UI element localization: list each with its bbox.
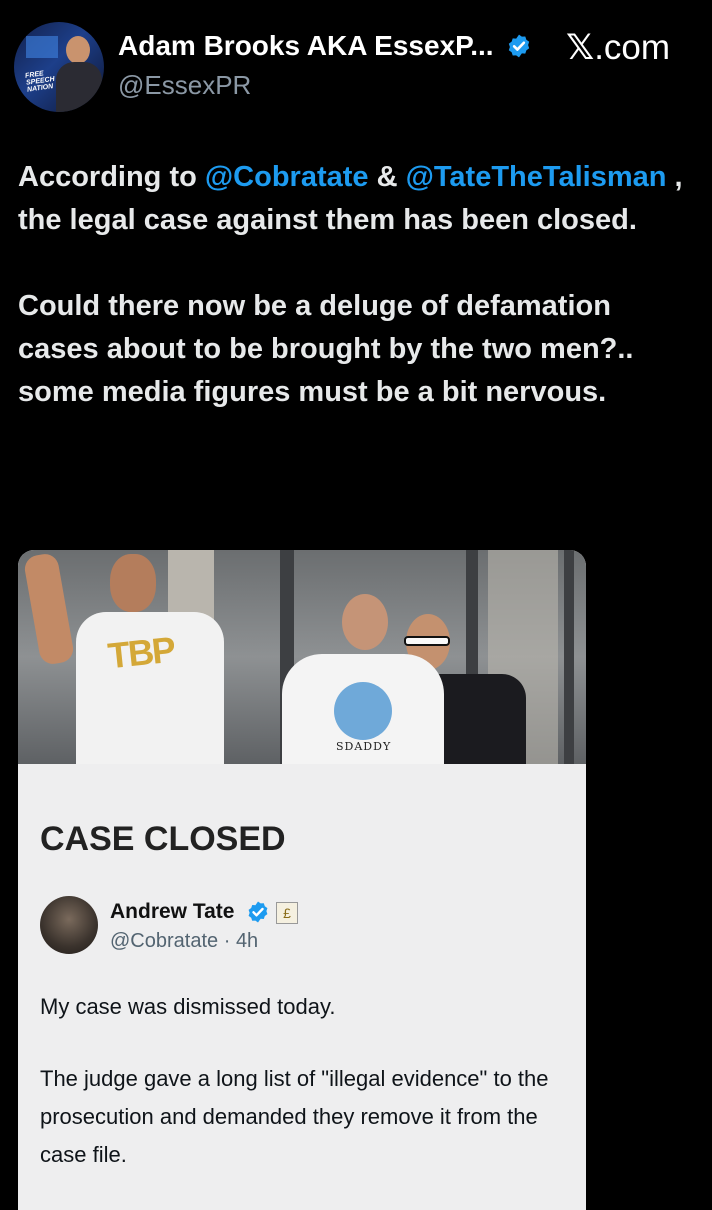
author-name[interactable]: Adam Brooks AKA EssexP... — [118, 30, 494, 62]
verified-badge-icon — [508, 34, 530, 58]
photo-shirt-print — [334, 682, 392, 740]
sunglasses-icon — [404, 636, 450, 646]
author-handle[interactable]: @EssexPR — [118, 70, 251, 101]
embedded-post-line: My case was dismissed today. — [40, 994, 336, 1019]
embedded-author-avatar — [40, 896, 98, 954]
affiliate-badge-icon: £ — [276, 902, 298, 924]
news-photo: TBP SDADDY — [18, 550, 586, 764]
embedded-author-handle: @Cobratate — [110, 930, 219, 952]
photo-person-head — [342, 594, 388, 650]
tweet-text-segment: According to — [18, 161, 205, 193]
tweet-text: According to @Cobratate & @TateTheTalism… — [18, 156, 698, 414]
embedded-post-meta: @Cobratate · 4h — [110, 930, 258, 953]
author-avatar[interactable]: FREE SPEECH NATION — [14, 22, 104, 112]
x-logo-icon: 𝕏 — [566, 28, 595, 68]
tweet-paragraph-1: According to @Cobratate & @TateTheTalism… — [18, 156, 698, 242]
tweet-header: FREE SPEECH NATION Adam Brooks AKA Essex… — [0, 0, 712, 130]
embedded-author-name: Andrew Tate — [110, 900, 235, 923]
avatar-background-screen — [26, 36, 58, 58]
meta-separator: · — [223, 930, 231, 952]
case-closed-headline: CASE CLOSED — [40, 820, 286, 858]
x-com-logo: 𝕏.com — [566, 28, 670, 68]
photo-shirt-text: SDADDY — [336, 740, 392, 753]
photo-person-head — [110, 554, 156, 612]
embedded-post-body: My case was dismissed today. The judge g… — [40, 988, 570, 1174]
mention-tatethetalisman-link[interactable]: @TateTheTalisman — [406, 161, 667, 193]
tweet-text-segment: & — [368, 161, 406, 193]
tweet-paragraph-2: Could there now be a deluge of defamatio… — [18, 290, 634, 408]
photo-person-arm — [22, 551, 76, 667]
avatar-face — [66, 36, 90, 64]
embedded-post-time: 4h — [235, 930, 259, 952]
embedded-verified-badge-icon — [248, 901, 268, 923]
x-com-label: .com — [594, 28, 671, 67]
photo-door-frame — [564, 550, 574, 764]
mention-cobratate-link[interactable]: @Cobratate — [205, 161, 369, 193]
embedded-post-line: The judge gave a long list of "illegal e… — [40, 1066, 549, 1167]
photo-shirt-logo: TBP — [105, 628, 176, 677]
tweet-media-image[interactable]: TBP SDADDY CASE CLOSED Andrew Tate £ @Co… — [18, 550, 586, 1210]
